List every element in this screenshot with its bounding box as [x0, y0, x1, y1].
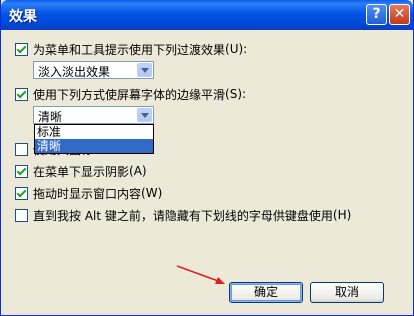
- hide-underlines-accel: (H): [332, 208, 352, 222]
- drag-contents-option[interactable]: 拖动时显示窗口内容 (W): [15, 185, 162, 201]
- menu-shadow-label: 在菜单下显示阴影: [33, 164, 130, 179]
- hide-underlines-label: 直到我按 Alt 键之前，请隐藏有下划线的字母供键盘使用: [33, 208, 333, 223]
- title-bar[interactable]: 效果 ? ✕: [1, 0, 413, 30]
- menu-transition-checkbox[interactable]: [15, 42, 28, 56]
- menu-transition-label: 为菜单和工具提示使用下列过渡效果: [33, 42, 226, 57]
- hide-underlines-checkbox[interactable]: [15, 208, 28, 222]
- hide-underlines-option[interactable]: 直到我按 Alt 键之前，请隐藏有下划线的字母供键盘使用 (H): [15, 207, 351, 223]
- font-smoothing-colon: :: [242, 87, 247, 101]
- help-button[interactable]: ?: [366, 4, 387, 25]
- ok-button[interactable]: 确定: [229, 282, 303, 303]
- menu-transition-option[interactable]: 为菜单和工具提示使用下列过渡效果 (U) :: [15, 41, 247, 57]
- drag-contents-label: 拖动时显示窗口内容: [33, 186, 142, 201]
- smoothing-dropdown-list[interactable]: 标准 清晰: [34, 124, 154, 154]
- cancel-button[interactable]: 取消: [310, 282, 384, 303]
- annotation-arrow-icon: [176, 265, 225, 284]
- drag-contents-accel: (W): [141, 186, 163, 200]
- menu-transition-colon: :: [243, 42, 248, 56]
- large-icons-checkbox[interactable]: [15, 142, 28, 156]
- menu-shadow-option[interactable]: 在菜单下显示阴影 (A): [15, 163, 147, 179]
- menu-shadow-checkbox[interactable]: [15, 164, 28, 178]
- menu-transition-accel: (U): [225, 42, 244, 56]
- smoothing-method-value: 清晰: [38, 110, 63, 124]
- transition-effect-select[interactable]: 淡入淡出效果: [33, 61, 154, 79]
- menu-shadow-accel: (A): [129, 164, 147, 178]
- dropdown-option-cleartype[interactable]: 清晰: [35, 139, 153, 153]
- smoothing-method-select[interactable]: 清晰: [33, 106, 154, 124]
- transition-effect-value: 淡入淡出效果: [38, 65, 111, 79]
- close-icon: ✕: [393, 6, 406, 22]
- chevron-down-icon[interactable]: [137, 63, 152, 77]
- dropdown-option-standard[interactable]: 标准: [35, 125, 153, 139]
- effects-dialog: 效果 ? ✕ 为菜单和工具提示使用下列过渡效果 (U) : 淡入淡出效果 使用下…: [0, 0, 414, 316]
- drag-contents-checkbox[interactable]: [15, 186, 28, 200]
- question-icon: ?: [372, 6, 381, 22]
- font-smoothing-option[interactable]: 使用下列方式使屏幕字体的边缘平滑 (S) :: [15, 86, 246, 102]
- window-title: 效果: [9, 9, 37, 25]
- chevron-down-icon[interactable]: [137, 108, 152, 122]
- font-smoothing-label: 使用下列方式使屏幕字体的边缘平滑: [33, 87, 226, 102]
- font-smoothing-checkbox[interactable]: [15, 87, 28, 101]
- close-button[interactable]: ✕: [389, 4, 410, 25]
- font-smoothing-accel: (S): [225, 87, 242, 101]
